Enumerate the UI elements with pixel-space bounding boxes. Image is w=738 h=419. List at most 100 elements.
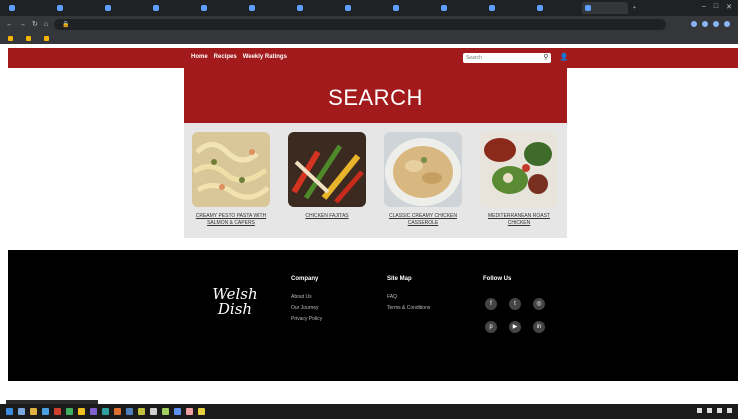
browser-tab-active[interactable] bbox=[582, 2, 628, 14]
app-icon[interactable] bbox=[198, 408, 205, 415]
profile-icon[interactable] bbox=[724, 21, 730, 27]
recipe-card[interactable]: CLASSIC CREAMY CHICKEN CASSEROLE bbox=[384, 132, 462, 227]
browser-tab[interactable] bbox=[342, 2, 388, 14]
maximize-icon[interactable]: □ bbox=[714, 3, 718, 11]
home-icon[interactable]: ⌂ bbox=[44, 21, 48, 28]
bookmarks-bar bbox=[0, 32, 738, 44]
browser-tab[interactable] bbox=[102, 2, 148, 14]
footer-link[interactable]: Our Journey bbox=[291, 305, 322, 311]
footer-follow: Follow Us bbox=[483, 276, 511, 294]
page-title: SEARCH bbox=[328, 85, 423, 110]
extension-icon[interactable] bbox=[702, 21, 708, 27]
browser-tab[interactable] bbox=[150, 2, 196, 14]
app-icon[interactable] bbox=[54, 408, 61, 415]
app-icon[interactable] bbox=[42, 408, 49, 415]
recipe-title[interactable]: CHICKEN FAJITAS bbox=[288, 213, 366, 220]
app-icon[interactable] bbox=[138, 408, 145, 415]
recipe-image-roast-chicken[interactable] bbox=[480, 132, 558, 207]
app-icon[interactable] bbox=[150, 408, 157, 415]
favicon-icon bbox=[9, 5, 15, 11]
bookmark[interactable] bbox=[26, 35, 34, 41]
start-icon[interactable] bbox=[6, 408, 13, 415]
browser-tab[interactable] bbox=[390, 2, 436, 14]
search-icon[interactable] bbox=[18, 408, 25, 415]
recipe-title[interactable]: MEDITERRANEAN ROAST CHICKEN bbox=[480, 213, 558, 227]
extensions bbox=[691, 21, 738, 27]
extension-icon[interactable] bbox=[713, 21, 719, 27]
nav-link-home[interactable]: Home bbox=[191, 54, 208, 60]
minimize-icon[interactable]: – bbox=[702, 3, 706, 11]
favicon-icon bbox=[57, 5, 63, 11]
extension-icon[interactable] bbox=[691, 21, 697, 27]
user-icon[interactable]: 👤 bbox=[559, 53, 569, 63]
browser-tab[interactable] bbox=[198, 2, 244, 14]
reload-icon[interactable]: ↻ bbox=[32, 20, 38, 28]
browser-tab[interactable] bbox=[6, 2, 52, 14]
recipe-results: CREAMY PESTO PASTA WITH SALMON & CAPERS … bbox=[184, 123, 567, 238]
browser-tab[interactable] bbox=[486, 2, 532, 14]
window-controls: – □ ✕ bbox=[702, 3, 732, 11]
browser-tab[interactable] bbox=[54, 2, 100, 14]
footer-link[interactable]: FAQ bbox=[387, 294, 430, 300]
app-icon[interactable] bbox=[114, 408, 121, 415]
recipe-title[interactable]: CLASSIC CREAMY CHICKEN CASSEROLE bbox=[384, 213, 462, 227]
app-icon[interactable] bbox=[186, 408, 193, 415]
forward-icon[interactable]: → bbox=[19, 21, 26, 28]
bookmark[interactable] bbox=[44, 35, 52, 41]
recipe-image-pasta[interactable] bbox=[192, 132, 270, 207]
favicon-icon bbox=[489, 5, 495, 11]
instagram-icon[interactable]: ◎ bbox=[533, 298, 545, 310]
search-input[interactable] bbox=[463, 53, 551, 63]
youtube-icon[interactable]: ▶ bbox=[509, 321, 521, 333]
favicon-icon bbox=[297, 5, 303, 11]
folder-icon bbox=[26, 35, 31, 41]
favicon-icon bbox=[201, 5, 207, 11]
recipe-title[interactable]: CREAMY PESTO PASTA WITH SALMON & CAPERS bbox=[192, 213, 270, 227]
battery-icon[interactable] bbox=[717, 408, 722, 413]
recipe-card[interactable]: CREAMY PESTO PASTA WITH SALMON & CAPERS bbox=[192, 132, 270, 227]
footer-site-map: Site Map FAQ Terms & Conditions bbox=[387, 276, 430, 316]
browser-tab[interactable] bbox=[534, 2, 580, 14]
recipe-image-casserole[interactable] bbox=[384, 132, 462, 207]
linkedin-icon[interactable]: in bbox=[533, 321, 545, 333]
os-taskbar bbox=[0, 404, 738, 419]
folder-icon bbox=[44, 35, 49, 41]
new-tab-button[interactable]: + bbox=[630, 2, 640, 14]
back-icon[interactable]: ← bbox=[6, 21, 13, 28]
site-footer: Welsh Dish Company About Us Our Journey … bbox=[8, 250, 738, 381]
file-explorer-icon[interactable] bbox=[30, 408, 37, 415]
close-icon[interactable]: ✕ bbox=[726, 3, 732, 11]
welsh-dish-logo[interactable]: Welsh Dish bbox=[205, 287, 265, 317]
footer-link[interactable]: Privacy Policy bbox=[291, 316, 322, 322]
app-icon[interactable] bbox=[162, 408, 169, 415]
app-icon[interactable] bbox=[102, 408, 109, 415]
recipe-image-fajitas[interactable] bbox=[288, 132, 366, 207]
app-icon[interactable] bbox=[126, 408, 133, 415]
app-icon[interactable] bbox=[90, 408, 97, 415]
wifi-icon[interactable] bbox=[697, 408, 702, 413]
nav-link-weekly-ratings[interactable]: Weekly Ratings bbox=[243, 54, 287, 60]
browser-tab[interactable] bbox=[294, 2, 340, 14]
search-hero: SEARCH bbox=[184, 68, 567, 123]
folder-icon bbox=[8, 35, 13, 41]
favicon-icon bbox=[105, 5, 111, 11]
chrome-icon[interactable] bbox=[78, 408, 85, 415]
volume-icon[interactable] bbox=[707, 408, 712, 413]
recipe-card[interactable]: CHICKEN FAJITAS bbox=[288, 132, 366, 220]
bookmark[interactable] bbox=[8, 35, 16, 41]
pinterest-icon[interactable]: p bbox=[485, 321, 497, 333]
nav-link-recipes[interactable]: Recipes bbox=[214, 54, 237, 60]
twitter-icon[interactable]: t bbox=[509, 298, 521, 310]
address-bar[interactable]: 🔒 bbox=[54, 18, 667, 30]
search-icon[interactable]: ⚲ bbox=[541, 53, 551, 63]
facebook-icon[interactable]: f bbox=[485, 298, 497, 310]
browser-tab[interactable] bbox=[246, 2, 292, 14]
app-icon[interactable] bbox=[174, 408, 181, 415]
notification-icon[interactable] bbox=[727, 408, 732, 413]
recipe-card[interactable]: MEDITERRANEAN ROAST CHICKEN bbox=[480, 132, 558, 227]
app-icon[interactable] bbox=[66, 408, 73, 415]
footer-link[interactable]: About Us bbox=[291, 294, 322, 300]
favicon-icon bbox=[249, 5, 255, 11]
browser-tab[interactable] bbox=[438, 2, 484, 14]
footer-link[interactable]: Terms & Conditions bbox=[387, 305, 430, 311]
